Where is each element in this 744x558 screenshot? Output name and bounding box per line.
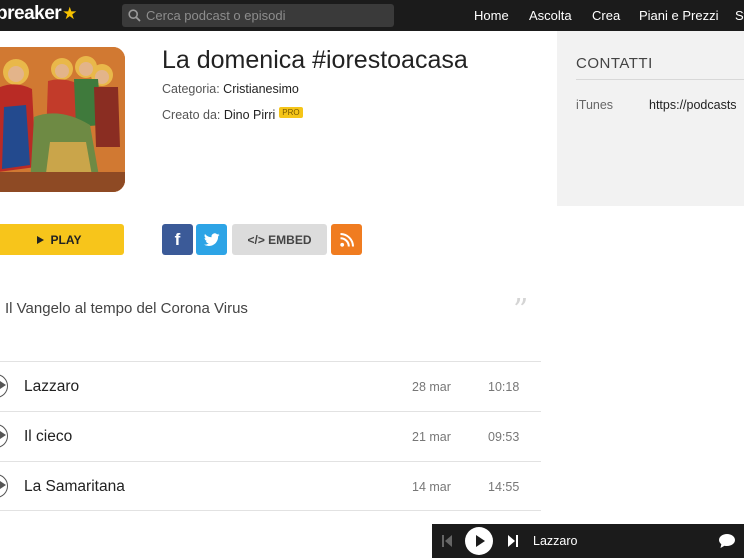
search-icon: [128, 9, 141, 22]
episode-play-icon[interactable]: [0, 374, 8, 398]
creator-line: Creato da: Dino Pirri PRO: [162, 107, 303, 122]
logo-star-icon: ★: [62, 4, 77, 23]
category-label: Categoria:: [162, 82, 220, 96]
now-playing-title[interactable]: Lazzaro: [533, 534, 577, 548]
episode-date: 28 mar: [412, 380, 451, 394]
next-track-icon[interactable]: [508, 535, 518, 547]
embed-button[interactable]: </> EMBED: [232, 224, 327, 255]
twitter-icon: [203, 232, 219, 246]
top-bar: preaker★ Home Ascolta Crea Piani e Prezz…: [0, 0, 744, 31]
episode-duration: 10:18: [488, 380, 520, 394]
cover-artwork: [0, 47, 125, 192]
rss-feed-button[interactable]: [331, 224, 362, 255]
episode-date: 21 mar: [412, 430, 451, 444]
play-icon: [36, 235, 44, 244]
quote-icon: ”: [513, 293, 529, 328]
play-label: PLAY: [50, 232, 82, 247]
nav-piani-e-prezzi[interactable]: Piani e Prezzi: [639, 8, 718, 23]
episode-title[interactable]: Lazzaro: [24, 378, 79, 396]
episode-row[interactable]: Il cieco 21 mar 09:53: [0, 411, 541, 461]
spreaker-logo[interactable]: preaker★: [0, 3, 77, 25]
podcast-cover-image: [0, 47, 125, 192]
nav-crea[interactable]: Crea: [592, 8, 620, 23]
nav-ascolta[interactable]: Ascolta: [529, 8, 572, 23]
contacts-divider: [576, 79, 744, 80]
episode-row[interactable]: Lazzaro 28 mar 10:18: [0, 361, 541, 411]
facebook-icon: f: [174, 229, 181, 249]
episode-duration: 14:55: [488, 480, 520, 494]
nav-studio[interactable]: St: [735, 8, 744, 23]
creator-label: Creato da:: [162, 108, 221, 122]
player-play-button[interactable]: [465, 527, 493, 555]
episode-date: 14 mar: [412, 480, 451, 494]
episode-duration: 09:53: [488, 430, 520, 444]
creator-link[interactable]: Dino Pirri: [224, 108, 275, 122]
itunes-link[interactable]: https://podcasts: [649, 98, 737, 112]
logo-text: preaker: [0, 3, 62, 24]
contacts-panel: CONTATTI iTunes https://podcasts: [557, 31, 744, 206]
chat-icon[interactable]: [719, 534, 735, 548]
search-input[interactable]: [146, 6, 386, 25]
embed-label: </> EMBED: [247, 232, 312, 247]
episode-row[interactable]: La Samaritana 14 mar 14:55: [0, 461, 541, 511]
podcast-description: Il Vangelo al tempo del Corona Virus: [5, 300, 248, 317]
play-button[interactable]: PLAY: [0, 224, 124, 255]
episode-play-icon[interactable]: [0, 474, 8, 498]
previous-track-icon[interactable]: [442, 535, 452, 547]
search-box[interactable]: [122, 4, 394, 27]
episode-play-icon[interactable]: [0, 424, 8, 448]
category-link[interactable]: Cristianesimo: [223, 82, 299, 96]
podcast-title: La domenica #iorestoacasa: [162, 46, 468, 74]
nav-home[interactable]: Home: [474, 8, 509, 23]
mini-player: Lazzaro: [432, 524, 744, 558]
contacts-heading: CONTATTI: [576, 55, 653, 72]
itunes-label: iTunes: [576, 98, 614, 112]
pro-badge: PRO: [279, 107, 303, 118]
facebook-share-button[interactable]: f: [162, 224, 193, 255]
rss-icon: [339, 232, 354, 247]
category-line: Categoria: Cristianesimo: [162, 82, 299, 96]
episode-title[interactable]: Il cieco: [24, 428, 72, 446]
twitter-share-button[interactable]: [196, 224, 227, 255]
episode-title[interactable]: La Samaritana: [24, 478, 125, 496]
